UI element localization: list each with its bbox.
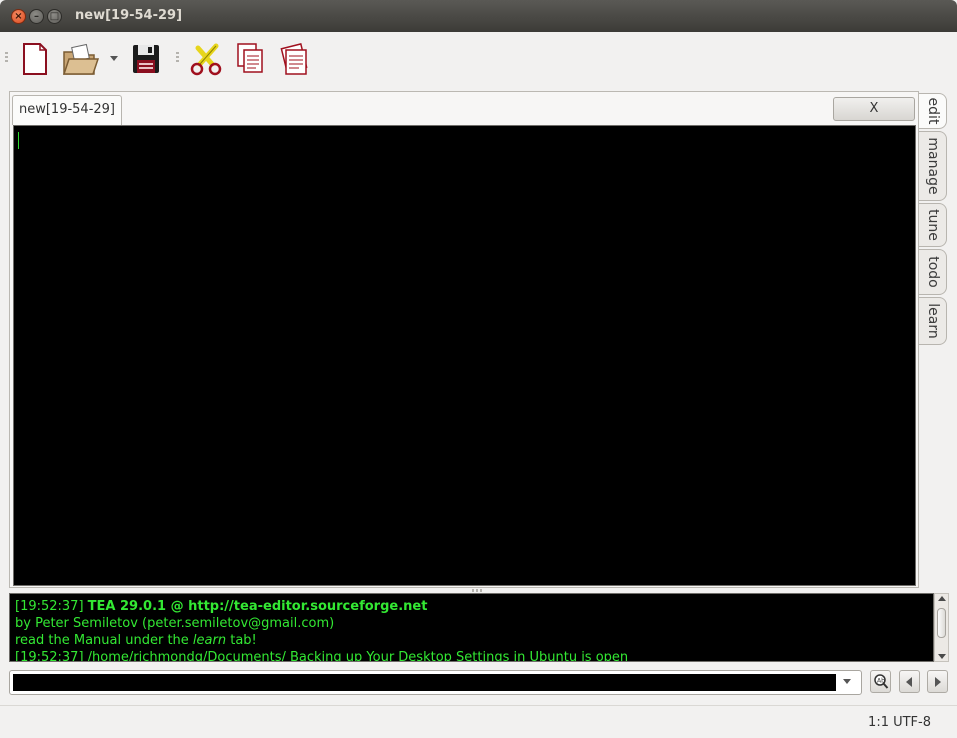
open-recent-dropdown-icon[interactable] [110,56,118,61]
scroll-up-icon[interactable] [938,596,946,601]
arrow-right-icon [935,677,941,687]
tab-edit[interactable]: edit [919,93,947,129]
text-cursor [18,132,19,149]
command-input[interactable] [13,674,836,691]
find-button[interactable]: Ab [870,670,891,693]
log-line: by Peter Semiletov (peter.semiletov@gmai… [15,616,335,631]
scroll-down-icon[interactable] [938,654,946,659]
close-tab-button[interactable]: X [833,97,915,121]
main-toolbar [0,32,957,88]
paste-button[interactable] [276,40,312,78]
log-scrollbar[interactable] [934,593,949,662]
arrow-left-icon [906,677,912,687]
document-tab-pane: new[19-54-29] X [9,91,919,588]
open-folder-icon [62,43,100,75]
find-icon: Ab [874,674,889,689]
open-file-button[interactable] [60,40,102,78]
tab-document[interactable]: new[19-54-29] [12,95,122,125]
paste-icon [280,43,308,75]
status-bar: 1:1 UTF-8 [0,705,957,738]
window-title: new[19-54-29] [75,8,183,23]
copy-icon [237,43,263,73]
window-close-button[interactable]: × [11,9,26,24]
save-file-button[interactable] [128,40,164,78]
copy-button[interactable] [232,40,268,78]
title-bar[interactable]: × – □ new[19-54-29] [0,0,957,32]
pane-splitter-handle[interactable] [472,589,484,592]
svg-text:Ab: Ab [877,678,885,685]
window-minimize-button[interactable]: – [29,9,44,24]
log-output[interactable]: [19:52:37] TEA 29.0.1 @ http://tea-edito… [9,593,934,662]
tab-learn[interactable]: learn [919,297,947,345]
log-line: read the Manual under the learn tab! [15,633,257,648]
window-maximize-button[interactable]: □ [47,9,62,24]
chevron-down-icon[interactable] [843,679,851,684]
save-floppy-icon [133,45,159,73]
scroll-thumb[interactable] [937,608,946,638]
maximize-icon: □ [49,11,60,22]
cut-scissors-icon [190,43,222,76]
text-editor[interactable] [13,125,916,586]
log-line: [19:52:37] /home/richmondg/Documents/ Ba… [15,650,629,662]
minimize-icon: – [34,11,39,22]
tab-manage[interactable]: manage [919,131,947,201]
find-previous-button[interactable] [899,670,920,693]
command-combo[interactable] [9,670,862,695]
app-window: × – □ new[19-54-29] new[19-54-29] X edit… [0,0,957,738]
cut-button[interactable] [186,40,226,78]
toolbar-grip[interactable] [176,52,179,64]
log-line: [19:52:37] TEA 29.0.1 @ http://tea-edito… [15,599,428,614]
new-file-button[interactable] [16,40,52,78]
tab-tune[interactable]: tune [919,203,947,247]
side-tab-bar: edit manage tune todo learn [919,93,949,353]
close-icon: × [14,11,23,22]
tab-todo[interactable]: todo [919,249,947,295]
cursor-position-encoding: 1:1 UTF-8 [868,715,931,730]
toolbar-grip[interactable] [5,52,8,64]
new-file-icon [23,43,47,75]
find-next-button[interactable] [927,670,948,693]
